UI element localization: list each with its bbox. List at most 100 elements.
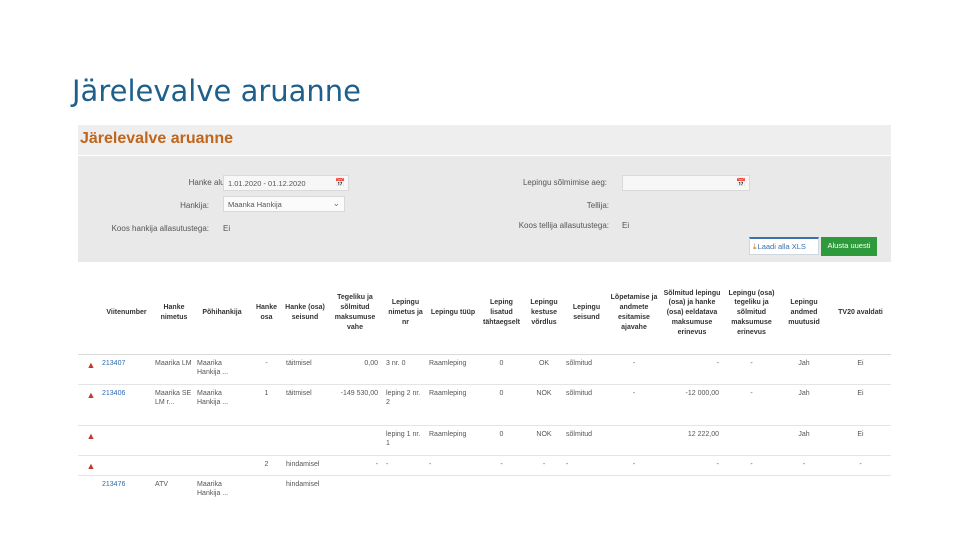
table-cell: Maarika SE LM r... — [153, 384, 195, 426]
table-cell: sõlmitud — [564, 354, 609, 385]
table-cell: NOK — [524, 384, 564, 426]
table-cell — [725, 425, 778, 456]
contract-date-input[interactable]: 📅 — [622, 175, 750, 191]
table-cell: - — [427, 455, 479, 476]
table-cell: - — [384, 455, 427, 476]
table-cell: - — [524, 455, 564, 476]
calendar-icon[interactable]: 📅 — [736, 178, 746, 187]
column-header[interactable]: TV20 avaldati — [830, 272, 891, 355]
cooperation-supplier-value[interactable]: Ei — [223, 224, 230, 233]
table-cell: 3 nr. 0 — [384, 354, 427, 385]
column-header[interactable]: Tegeliku ja sõlmitud maksumuse vahe — [326, 272, 384, 355]
results-table: Viitenumber Hanke nimetus Põhihankija Hanke… — [78, 272, 891, 505]
chevron-down-icon: ⌄ — [332, 198, 340, 208]
column-header[interactable]: Lõpetamise ja andmete esitamise ajavahe — [609, 272, 659, 355]
start-date-input[interactable]: 1.01.2020 - 01.12.2020 📅 — [223, 175, 349, 191]
table-cell: 12 222,00 — [659, 425, 725, 456]
reference-number-link[interactable]: 213476 — [100, 475, 153, 505]
supplier-label: Hankija: — [180, 201, 209, 210]
table-cell — [249, 425, 284, 456]
table-cell — [524, 475, 564, 505]
report-screenshot: Järelevalve aruanne Hanke alustamise aeg… — [78, 125, 891, 505]
customer-label: Tellija: — [586, 201, 609, 210]
column-header[interactable]: Leping lisatud tähtaegselt — [479, 272, 524, 355]
column-header[interactable]: Viitenumber — [100, 272, 153, 355]
column-header[interactable]: Lepingu kestuse võrdlus — [524, 272, 564, 355]
table-cell — [830, 475, 891, 505]
warning-icon: ▲ — [86, 390, 96, 400]
warning-cell: ▲ — [78, 455, 100, 476]
table-cell: 0,00 — [326, 354, 384, 385]
table-row[interactable]: 213476 ATV Maarika Hankija ... hindamisel — [78, 475, 891, 505]
table-cell: ATV — [153, 475, 195, 505]
table-cell: - — [564, 455, 609, 476]
column-header[interactable]: Lepingu andmed muutusid — [778, 272, 830, 355]
table-cell: Maarika LM — [153, 354, 195, 385]
supplier-select[interactable]: Maanka Hankija ⌄ — [223, 196, 345, 212]
column-header[interactable]: Lepingu (osa) tegeliku ja sõlmitud maksu… — [725, 272, 778, 355]
table-cell: täitmisel — [284, 384, 326, 426]
table-cell: Maarika Hankija ... — [195, 475, 249, 505]
column-header[interactable]: Hanke nimetus — [153, 272, 195, 355]
warning-cell: ▲ — [78, 384, 100, 426]
table-cell: 0 — [479, 384, 524, 426]
download-icon: ⤓ — [753, 242, 757, 251]
table-cell — [326, 425, 384, 456]
warning-icon: ▲ — [86, 431, 96, 441]
table-cell: hindamisel — [284, 455, 326, 476]
column-header[interactable]: Põhihankija — [195, 272, 249, 355]
column-header[interactable]: Sõlmitud lepingu (osa) ja hanke (osa) ee… — [659, 272, 725, 355]
table-cell — [284, 425, 326, 456]
table-row[interactable]: ▲ leping 1 nr. 1 Raamleping 0 NOK sõlmitud 12 … — [78, 425, 891, 456]
column-header[interactable]: Lepingu nimetus ja nr — [384, 272, 427, 355]
download-xls-button[interactable]: ⤓Laadi alla XLS — [749, 237, 819, 255]
slide-title: Järelevalve aruanne — [72, 74, 362, 108]
table-cell: leping 1 nr. 1 — [384, 425, 427, 456]
reference-number-link[interactable]: 213407 — [100, 354, 153, 385]
table-cell — [249, 475, 284, 505]
table-cell — [725, 475, 778, 505]
reference-number-link[interactable] — [100, 425, 153, 456]
table-cell: täitmisel — [284, 354, 326, 385]
table-cell: NOK — [524, 425, 564, 456]
table-row[interactable]: ▲ 213407 Maarika LM Maarika Hankija ... - täi… — [78, 354, 891, 385]
table-cell: - — [830, 455, 891, 476]
table-cell: - — [249, 354, 284, 385]
table-cell: - — [659, 455, 725, 476]
table-cell — [384, 475, 427, 505]
table-cell — [609, 475, 659, 505]
supplier-value: Maanka Hankija — [228, 200, 282, 209]
report-header: Järelevalve aruanne — [78, 125, 891, 155]
table-cell: - — [725, 455, 778, 476]
calendar-icon[interactable]: 📅 — [335, 178, 345, 187]
table-cell: - — [326, 455, 384, 476]
table-cell: -12 000,00 — [659, 384, 725, 426]
table-cell: sõlmitud — [564, 425, 609, 456]
table-cell: - — [725, 384, 778, 426]
cooperation-customer-value[interactable]: Ei — [622, 221, 629, 230]
column-header[interactable] — [78, 272, 100, 355]
warning-cell: ▲ — [78, 354, 100, 385]
warning-cell — [78, 475, 100, 505]
reset-button[interactable]: Alusta uuesti — [821, 237, 877, 256]
cooperation-customer-label: Koos tellija allasutustega: — [518, 221, 609, 230]
table-cell: 0 — [479, 354, 524, 385]
column-header[interactable]: Lepingu tüüp — [427, 272, 479, 355]
table-body: ▲ 213407 Maarika LM Maarika Hankija ... - täi… — [78, 354, 891, 505]
column-header[interactable]: Lepingu seisund — [564, 272, 609, 355]
reference-number-link[interactable] — [100, 455, 153, 476]
reference-number-link[interactable]: 213406 — [100, 384, 153, 426]
table-cell: - — [609, 455, 659, 476]
table-row[interactable]: ▲ 2 hindamisel - - - - - - - - - - - — [78, 455, 891, 476]
column-header[interactable]: Hanke (osa) seisund — [284, 272, 326, 355]
table-cell: - — [725, 354, 778, 385]
warning-icon: ▲ — [86, 461, 96, 471]
warning-icon: ▲ — [86, 360, 96, 370]
table-cell: leping 2 nr. 2 — [384, 384, 427, 426]
download-xls-label: Laadi alla XLS — [757, 242, 806, 251]
table-cell: Ei — [830, 354, 891, 385]
column-header[interactable]: Hanke osa — [249, 272, 284, 355]
table-cell: Maarika Hankija ... — [195, 354, 249, 385]
table-row[interactable]: ▲ 213406 Maarika SE LM r... Maarika Hankija… — [78, 384, 891, 426]
table-cell: sõlmitud — [564, 384, 609, 426]
